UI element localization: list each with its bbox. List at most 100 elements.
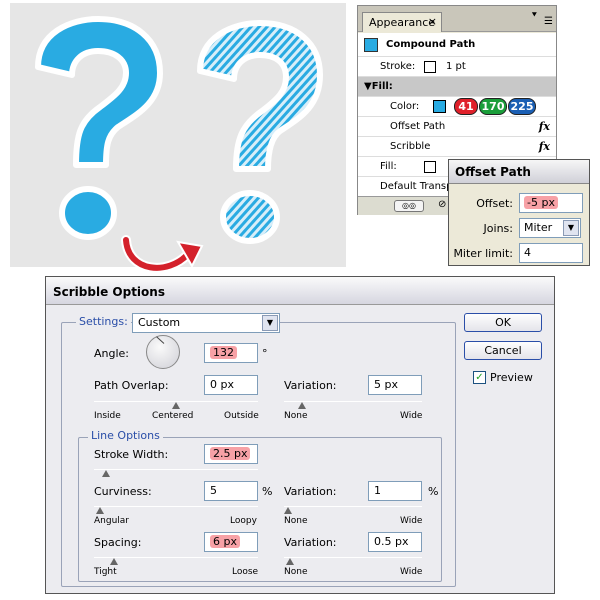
collapse-icon[interactable]: ⯆ — [531, 11, 538, 21]
spacing-value: 6 px — [210, 535, 240, 548]
spacing-input[interactable]: 6 px — [204, 532, 258, 552]
curviness-variation-slider-handle[interactable] — [284, 507, 292, 514]
overlap-variation-slider-handle[interactable] — [298, 402, 306, 409]
color-b-badge: 225 — [508, 98, 536, 115]
list-item-scribble[interactable]: Scribble fx — [358, 137, 556, 157]
color-swatch[interactable] — [433, 100, 446, 113]
curviness-tick-loopy: Loopy — [230, 516, 257, 526]
fx-icon[interactable]: fx — [539, 140, 550, 153]
stroke-width-input[interactable]: 2.5 px — [204, 444, 258, 464]
stroke-value: 1 pt — [446, 61, 466, 72]
curved-arrow-icon — [121, 235, 204, 273]
curviness-percent: % — [262, 485, 273, 498]
miter-limit-label: Miter limit: — [453, 247, 513, 260]
list-item[interactable]: Compound Path — [358, 33, 556, 57]
tab-appearance[interactable]: Appearance × — [362, 12, 442, 32]
scribble-label: Scribble — [390, 141, 431, 152]
variation-tick-none: None — [284, 567, 308, 577]
scribbled-question-mark — [197, 20, 323, 244]
spacing-slider-handle[interactable] — [110, 558, 118, 565]
overlap-tick-outside: Outside — [224, 411, 259, 421]
tab-appearance-label: Appearance — [369, 16, 436, 29]
miter-limit-input[interactable]: 4 — [519, 243, 583, 263]
fill-swatch[interactable] — [424, 161, 436, 173]
solid-question-mark — [35, 16, 163, 240]
artboard — [10, 3, 346, 267]
offset-path-dialog: Offset Path Offset: -5 px Joins: Miter ▼… — [448, 159, 590, 266]
spacing-variation-input[interactable]: 0.5 px — [368, 532, 422, 552]
spacing-tick-tight: Tight — [94, 567, 117, 577]
stroke-width-slider-handle[interactable] — [102, 470, 110, 477]
chevron-down-icon[interactable]: ▼ — [262, 315, 278, 331]
color-r-badge: 41 — [454, 98, 478, 115]
curviness-variation-slider[interactable] — [284, 506, 422, 507]
angle-dial[interactable] — [146, 335, 180, 369]
ok-button[interactable]: OK — [464, 313, 542, 332]
list-item-color[interactable]: Color: 41 170 225 — [358, 97, 556, 117]
offset-path-label: Offset Path — [390, 121, 446, 132]
curviness-slider[interactable] — [94, 506, 258, 507]
joins-label: Joins: — [483, 222, 513, 235]
fill-label: Fill: — [380, 161, 397, 172]
list-item-stroke[interactable]: Stroke: 1 pt — [358, 57, 556, 77]
settings-select[interactable]: Custom ▼ — [132, 313, 280, 333]
scribble-options-dialog: Scribble Options Settings: Custom ▼ Angl… — [45, 276, 555, 594]
clear-icon[interactable]: ⊘ — [438, 199, 446, 210]
overlap-variation-label: Variation: — [284, 379, 337, 392]
list-item-offset-path[interactable]: Offset Path fx — [358, 117, 556, 137]
chevron-down-icon[interactable]: ▼ — [563, 220, 579, 236]
list-item-fill-header[interactable]: ▼Fill: — [358, 77, 556, 97]
compound-path-label: Compound Path — [386, 39, 476, 50]
angle-value: 132 — [210, 346, 237, 359]
path-overlap-label: Path Overlap: — [94, 379, 169, 392]
settings-value: Custom — [138, 316, 181, 329]
preview-label: Preview — [490, 371, 533, 384]
offset-dialog-title: Offset Path — [449, 160, 589, 184]
path-overlap-slider-handle[interactable] — [172, 402, 180, 409]
spacing-label: Spacing: — [94, 536, 142, 549]
scribble-dialog-title: Scribble Options — [46, 277, 554, 305]
offset-value: -5 px — [524, 196, 558, 209]
curviness-label: Curviness: — [94, 485, 152, 498]
appearance-tab-bar: Appearance × ⯆ ☰ — [358, 6, 556, 32]
close-icon[interactable]: × — [428, 15, 437, 28]
color-label: Color: — [390, 101, 420, 112]
overlap-tick-inside: Inside — [94, 411, 121, 421]
spacing-variation-slider[interactable] — [284, 557, 422, 558]
stroke-width-value: 2.5 px — [210, 447, 251, 460]
settings-label: Settings: — [76, 315, 131, 328]
cancel-button[interactable]: Cancel — [464, 341, 542, 360]
angle-input[interactable]: 132 — [204, 343, 258, 363]
variation-tick-none: None — [284, 411, 308, 421]
preview-checkbox[interactable]: ✓ — [473, 371, 486, 384]
spacing-variation-slider-handle[interactable] — [286, 558, 294, 565]
spacing-variation-label: Variation: — [284, 536, 337, 549]
overlap-variation-input[interactable]: 5 px — [368, 375, 422, 395]
curviness-variation-label: Variation: — [284, 485, 337, 498]
path-overlap-input[interactable]: 0 px — [204, 375, 258, 395]
angle-needle — [156, 336, 165, 344]
stroke-swatch[interactable] — [424, 61, 436, 73]
variation-tick-wide: Wide — [400, 516, 423, 526]
variation-tick-wide: Wide — [400, 567, 423, 577]
curviness-tick-angular: Angular — [94, 516, 129, 526]
spacing-slider[interactable] — [94, 557, 258, 558]
default-transparency-label: Default Transp — [380, 181, 453, 192]
angle-label: Angle: — [94, 347, 130, 360]
new-art-button[interactable]: ◎◎ — [394, 200, 424, 212]
joins-select[interactable]: Miter ▼ — [519, 218, 581, 238]
degree-label: ° — [262, 347, 268, 360]
curviness-variation-input[interactable]: 1 — [368, 481, 422, 501]
fx-icon[interactable]: fx — [539, 120, 550, 133]
curviness-slider-handle[interactable] — [96, 507, 104, 514]
stroke-width-slider[interactable] — [94, 469, 258, 470]
variation-tick-wide: Wide — [400, 411, 423, 421]
color-g-badge: 170 — [479, 98, 507, 115]
line-options-label: Line Options — [88, 429, 163, 442]
curviness-input[interactable]: 5 — [204, 481, 258, 501]
stroke-width-label: Stroke Width: — [94, 448, 169, 461]
panel-menu-icon[interactable]: ☰ — [544, 16, 553, 27]
spacing-tick-loose: Loose — [232, 567, 259, 577]
offset-label: Offset: — [476, 197, 513, 210]
offset-input[interactable]: -5 px — [519, 193, 583, 213]
